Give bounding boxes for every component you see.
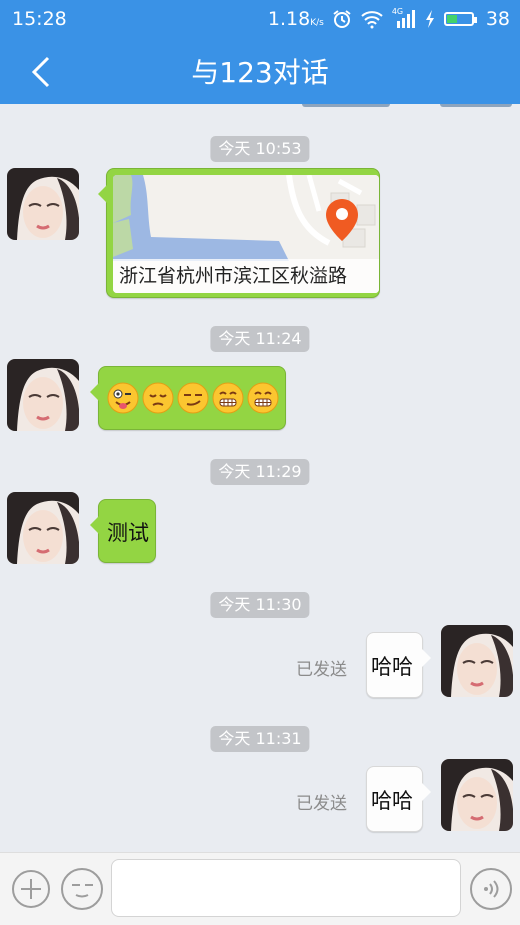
avatar[interactable] — [441, 625, 513, 697]
message-text: 哈哈 — [371, 655, 413, 679]
timestamp: 今天 11:29 — [210, 459, 310, 485]
winking-tongue-emoji — [107, 382, 139, 414]
timestamp: 今天 11:31 — [210, 726, 310, 752]
timestamp: 今天 10:53 — [210, 136, 310, 162]
timestamp: 今天 11:24 — [210, 326, 310, 352]
emoji-message[interactable] — [90, 366, 286, 430]
text-message[interactable]: 测试 — [90, 499, 156, 563]
previous-message-edge — [302, 104, 390, 107]
message-list[interactable]: 今天 10:53 浙江省杭州市滨江区秋溢路 今天 11:24 今天 11:29 … — [0, 104, 520, 852]
pensive-emoji — [142, 382, 174, 414]
chat-header: 与123对话 — [0, 38, 520, 104]
grinning-teeth-emoji — [212, 382, 244, 414]
network-speed: 1.18K/s — [267, 8, 324, 30]
message-text: 哈哈 — [371, 789, 413, 813]
location-message[interactable]: 浙江省杭州市滨江区秋溢路 — [98, 168, 380, 298]
emoji-face-icon[interactable] — [61, 868, 103, 910]
alarm-icon — [333, 10, 351, 28]
status-time: 15:28 — [12, 8, 67, 30]
status-indicators: 1.18K/s 4G 38 — [267, 7, 510, 30]
location-map[interactable]: 浙江省杭州市滨江区秋溢路 — [113, 175, 379, 293]
sent-status: 已发送 — [296, 794, 347, 814]
charging-icon — [425, 10, 434, 28]
sent-status: 已发送 — [296, 660, 347, 680]
avatar[interactable] — [7, 492, 79, 564]
smirk-emoji — [177, 382, 209, 414]
map-pin-icon — [326, 199, 358, 241]
wifi-icon — [361, 11, 383, 29]
avatar[interactable] — [7, 359, 79, 431]
message-text: 测试 — [107, 521, 149, 545]
input-bar — [0, 852, 520, 925]
message-input[interactable] — [111, 859, 461, 917]
text-message[interactable]: 哈哈 — [366, 766, 431, 832]
battery-level: 38 — [485, 8, 510, 30]
signal-icon: 4G — [392, 7, 416, 29]
previous-avatar-edge — [440, 104, 512, 107]
avatar[interactable] — [441, 759, 513, 831]
text-message[interactable]: 哈哈 — [366, 632, 431, 698]
grinning-teeth-emoji — [247, 382, 279, 414]
avatar[interactable] — [7, 168, 79, 240]
timestamp: 今天 11:30 — [210, 592, 310, 618]
status-bar: 15:28 1.18K/s 4G 38 — [0, 0, 520, 38]
voice-icon[interactable] — [470, 868, 512, 910]
page-title: 与123对话 — [191, 56, 329, 89]
location-address: 浙江省杭州市滨江区秋溢路 — [113, 259, 379, 293]
battery-icon — [443, 12, 477, 26]
plus-icon[interactable] — [12, 870, 50, 908]
